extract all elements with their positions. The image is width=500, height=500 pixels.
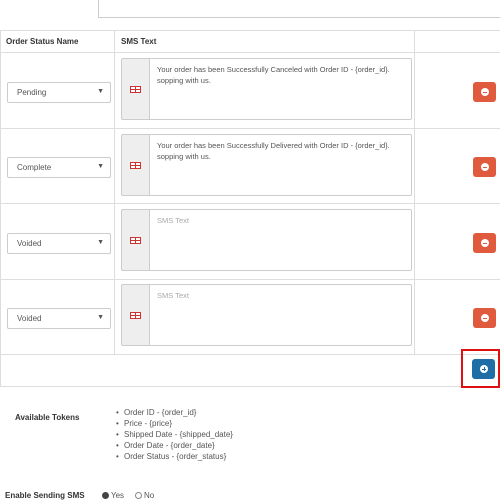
sms-text-textarea[interactable]: Your order has been Successfully Cancele… [149,58,412,120]
list-item: Order Date - {order_date} [116,440,233,451]
minus-circle-icon [481,88,489,96]
sms-text-textarea[interactable]: Your order has been Successfully Deliver… [149,134,412,196]
remove-row-button[interactable] [473,157,496,177]
minus-circle-icon [481,163,489,171]
list-item: Order Status - {order_status} [116,451,233,462]
caret-down-icon: ▼ [97,88,104,95]
minus-circle-icon [481,314,489,322]
row-divider [0,128,500,129]
sms-text-textarea[interactable]: SMS Text [149,209,412,271]
uk-flag-icon [130,237,141,244]
language-addon [121,209,149,271]
row-divider [0,354,500,355]
sms-text-textarea[interactable]: SMS Text [149,284,412,346]
header-order-status-name: Order Status Name [6,37,79,46]
order-status-value: Voided [17,239,42,248]
radio-yes-label: Yes [111,491,125,500]
sms-input-group: SMS Text [121,284,412,346]
column-divider [114,30,115,355]
row-divider [0,203,500,204]
header-sms-text: SMS Text [121,37,157,46]
radio-yes[interactable] [102,492,109,499]
minus-circle-icon [481,239,489,247]
row-divider [0,279,500,280]
caret-down-icon: ▼ [97,239,104,246]
uk-flag-icon [130,86,141,93]
remove-row-button[interactable] [473,82,496,102]
radio-no-label: No [144,491,155,500]
table-left-border [0,30,1,387]
order-status-select[interactable]: Voided ▼ [7,308,111,329]
list-item: Shipped Date - {shipped_date} [116,429,233,440]
order-status-value: Pending [17,88,47,97]
remove-row-button[interactable] [473,308,496,328]
order-status-select[interactable]: Pending ▼ [7,82,111,103]
tokens-list: Order ID - {order_id} Price - {price} Sh… [116,407,233,462]
table-top-border [0,30,500,31]
list-item: Price - {price} [116,418,233,429]
order-status-value: Complete [17,163,52,172]
header-divider [0,52,500,53]
language-addon [121,58,149,120]
sms-input-group: SMS Text [121,209,412,271]
top-textarea[interactable] [98,0,500,18]
table-bottom-border [0,386,500,387]
order-status-value: Voided [17,314,42,323]
order-status-select[interactable]: Voided ▼ [7,233,111,254]
language-addon [121,284,149,346]
list-item: Order ID - {order_id} [116,407,233,418]
order-status-select[interactable]: Complete ▼ [7,157,111,178]
radio-no[interactable] [135,492,142,499]
remove-row-button[interactable] [473,233,496,253]
caret-down-icon: ▼ [97,163,104,170]
caret-down-icon: ▼ [97,314,104,321]
sms-input-group: Your order has been Successfully Cancele… [121,58,412,120]
sms-input-group: Your order has been Successfully Deliver… [121,134,412,196]
available-tokens-label: Available Tokens [15,413,80,422]
uk-flag-icon [130,312,141,319]
language-addon [121,134,149,196]
column-divider [414,30,415,355]
uk-flag-icon [130,162,141,169]
highlight-box [461,349,500,388]
enable-sending-sms-label: Enable Sending SMS [5,491,85,500]
